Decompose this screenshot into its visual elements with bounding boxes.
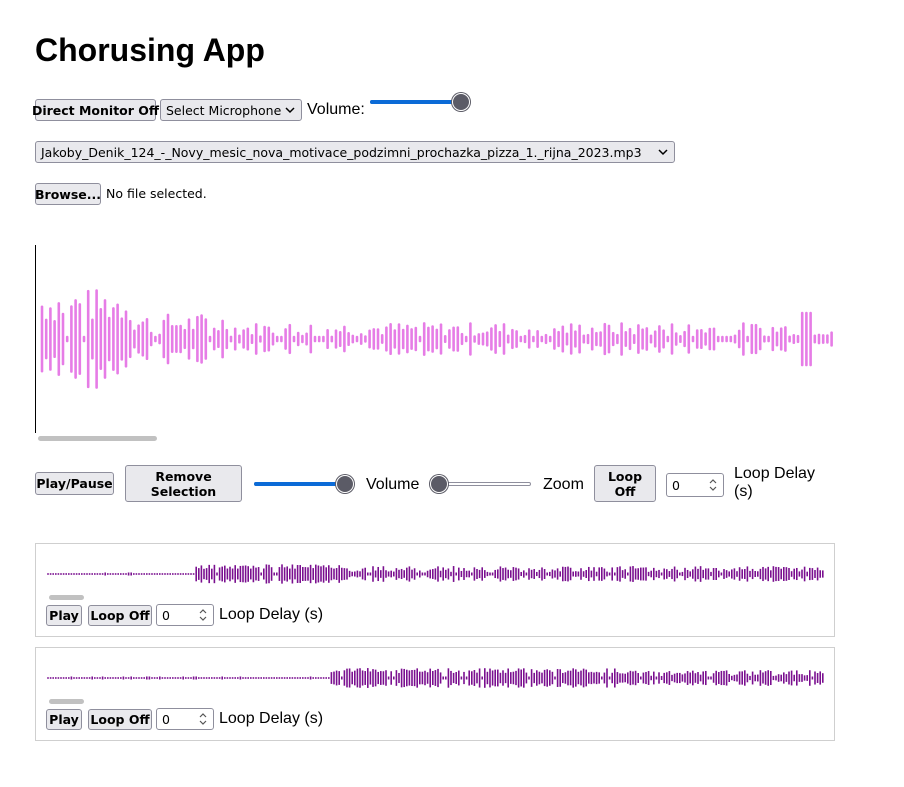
- direct-monitor-button[interactable]: Direct Monitor Off: [32, 99, 159, 121]
- loop-delay-label: Loop Delay (s): [734, 465, 815, 500]
- slider-thumb[interactable]: [430, 475, 448, 493]
- app-title: Chorusing App: [35, 32, 265, 68]
- recording-loop-delay-input[interactable]: 0: [156, 604, 214, 626]
- recording-loop-button[interactable]: Loop Off: [88, 709, 152, 730]
- mic-volume-label: Volume:: [307, 101, 365, 118]
- slider-thumb[interactable]: [336, 475, 354, 493]
- recording-track: Play Loop Off 0 Loop Delay (s): [35, 543, 835, 637]
- slider-fill: [370, 100, 461, 104]
- waveform-bars: [40, 289, 833, 389]
- file-input-status: No file selected.: [106, 186, 207, 201]
- loop-delay-input[interactable]: 0: [666, 473, 724, 497]
- waveform-bars: [47, 564, 824, 584]
- remove-selection-button[interactable]: Remove Selection: [125, 465, 242, 502]
- recording-play-button[interactable]: Play: [46, 605, 82, 626]
- microphone-select-value: Select Microphone: [166, 102, 282, 118]
- recording-loop-delay-input[interactable]: 0: [156, 708, 214, 730]
- microphone-select[interactable]: Select Microphone: [160, 99, 302, 121]
- audio-file-select-value: Jakoby_Denik_124_-_Novy_mesic_nova_motiv…: [41, 144, 642, 160]
- zoom-slider[interactable]: [430, 474, 531, 494]
- spinner-arrows-icon[interactable]: [198, 711, 208, 727]
- audio-file-select[interactable]: Jakoby_Denik_124_-_Novy_mesic_nova_motiv…: [35, 141, 675, 163]
- play-pause-button[interactable]: Play/Pause: [35, 472, 114, 495]
- browse-button[interactable]: Browse...: [35, 183, 101, 205]
- slider-fill: [254, 482, 345, 486]
- player-volume-label: Volume: [366, 476, 420, 493]
- recording-loop-button[interactable]: Loop Off: [88, 605, 152, 626]
- chevron-down-icon: [285, 107, 295, 114]
- loop-toggle-button[interactable]: Loop Off: [594, 465, 656, 502]
- recording-waveform[interactable]: [47, 664, 825, 692]
- spinner-arrows-icon[interactable]: [708, 477, 718, 493]
- recording-scrollbar[interactable]: [49, 699, 84, 704]
- recording-play-button[interactable]: Play: [46, 709, 82, 730]
- chevron-down-icon: [658, 149, 668, 156]
- zoom-label: Zoom: [543, 476, 584, 493]
- recording-track: Play Loop Off 0 Loop Delay (s): [35, 647, 835, 741]
- recording-scrollbar[interactable]: [49, 595, 84, 600]
- loop-delay-value: 0: [162, 711, 170, 727]
- recording-loop-delay-label: Loop Delay (s): [219, 606, 324, 623]
- loop-delay-value: 0: [672, 477, 680, 493]
- spinner-arrows-icon[interactable]: [198, 607, 208, 623]
- mic-volume-slider[interactable]: [370, 92, 470, 112]
- slider-thumb[interactable]: [452, 93, 470, 111]
- loop-delay-value: 0: [162, 607, 170, 623]
- main-waveform[interactable]: [35, 245, 835, 433]
- waveform-bars: [47, 668, 824, 688]
- waveform-scrollbar[interactable]: [38, 436, 157, 441]
- recording-waveform[interactable]: [47, 560, 825, 588]
- recording-loop-delay-label: Loop Delay (s): [219, 710, 324, 727]
- player-volume-slider[interactable]: [254, 474, 354, 494]
